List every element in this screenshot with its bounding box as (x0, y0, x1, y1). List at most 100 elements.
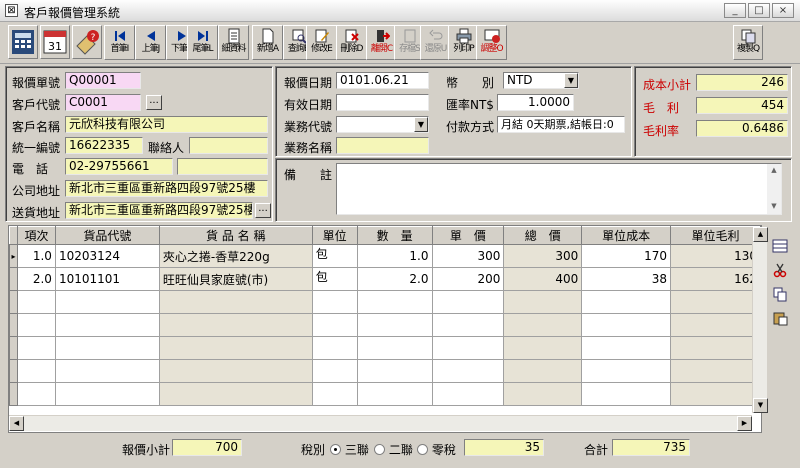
cust-code-field[interactable]: C0001 (65, 94, 141, 111)
col-header-unit-price[interactable]: 單 價 (431, 226, 505, 245)
copy-record-button[interactable]: 複製Q (733, 25, 763, 60)
grid-horizontal-scrollbar[interactable]: ◀ ▶ (9, 415, 752, 431)
maximize-button[interactable]: □ (748, 3, 770, 18)
first-record-button[interactable]: 首筆I (104, 25, 135, 60)
col-header-product-name[interactable]: 貨 品 名 稱 (158, 226, 313, 245)
cell-quantity[interactable]: 2.0 (356, 267, 433, 291)
detail-button[interactable]: 細資料 (218, 25, 249, 60)
undo-icon (428, 29, 442, 40)
adjust-button[interactable]: 調整O (476, 25, 507, 60)
cell-item-no[interactable]: 1.0 (16, 244, 56, 268)
cost-subtotal-label: 成本小計 (643, 78, 692, 92)
tax-id-field[interactable]: 16622335 (65, 137, 143, 154)
tax-option-zero[interactable]: 零稅 (417, 441, 456, 458)
last-record-button[interactable]: 尾筆L (187, 25, 218, 60)
currency-label: 幣 別 (446, 76, 495, 90)
col-header-unit-cost[interactable]: 單位成本 (581, 226, 672, 245)
radio-triple-selected-icon[interactable] (330, 444, 341, 455)
remarks-scrollbar[interactable]: ▲ ▼ (767, 164, 781, 214)
remarks-textarea[interactable] (336, 163, 782, 215)
cell-total-price[interactable]: 300 (503, 244, 583, 268)
cell-unit[interactable]: 包 (311, 244, 358, 268)
cell-unit-cost[interactable]: 170 (581, 244, 672, 268)
prev-record-button[interactable]: 上筆J (135, 25, 166, 60)
cell-product-code[interactable]: 10203124 (54, 244, 160, 268)
tax-type-label: 稅別 (301, 443, 326, 457)
rate-field[interactable]: 1.0000 (497, 94, 574, 111)
undo-button[interactable]: 還原U (420, 25, 451, 60)
phone-field[interactable]: 02-29755661 (65, 158, 173, 175)
col-header-quantity[interactable]: 數 量 (356, 226, 433, 245)
cell-total-price[interactable]: 400 (503, 267, 583, 291)
col-header-unit[interactable]: 單位 (311, 226, 358, 245)
cell-quantity[interactable]: 1.0 (356, 244, 433, 268)
sales-name-field[interactable] (336, 137, 429, 154)
help-button[interactable]: ? (72, 25, 102, 59)
cut-row-button[interactable] (769, 262, 791, 282)
radio-zero-icon[interactable] (417, 444, 428, 455)
tax-option-double[interactable]: 二聯 (374, 441, 413, 458)
empty-row (9, 382, 761, 406)
quote-no-field[interactable]: Q00001 (65, 72, 141, 89)
cust-lookup-button[interactable]: ... (146, 95, 162, 110)
tax-option-triple[interactable]: 三聯 (330, 441, 369, 458)
sales-name-label: 業務名稱 (284, 141, 333, 155)
calendar-button[interactable]: 31 (40, 25, 70, 59)
minimize-button[interactable]: _ (724, 3, 746, 18)
cell-product-name[interactable]: 旺旺仙貝家庭號(市) (158, 267, 313, 291)
edit-button[interactable]: 修改E (306, 25, 337, 60)
tax-amount-field: 35 (464, 439, 544, 456)
add-button[interactable]: 新增A (252, 25, 283, 60)
margin-label: 毛利率 (643, 124, 680, 138)
phone2-field[interactable] (177, 158, 268, 175)
col-header-product-code[interactable]: 貨品代號 (54, 226, 160, 245)
scroll-down-arrow-icon[interactable]: ▼ (753, 398, 768, 413)
col-header-unit-profit[interactable]: 單位毛利 (670, 226, 761, 245)
company-addr-field[interactable]: 新北市三重區重新路四段97號25樓 (65, 180, 268, 197)
subtotal-label: 報價小計 (122, 443, 171, 457)
rate-label: 匯率NT$ (446, 98, 494, 112)
table-row[interactable]: ▸ 1.0 10203124 夾心之捲-香草220g 包 1.0 300 300… (9, 244, 761, 268)
contact-field[interactable] (189, 137, 268, 154)
cell-product-code[interactable]: 10101101 (54, 267, 160, 291)
grid-vertical-scrollbar[interactable]: ▲ ▼ (752, 227, 768, 413)
cost-subtotal-field: 246 (696, 74, 788, 91)
calculator-icon (12, 30, 34, 54)
cell-unit[interactable]: 包 (311, 267, 358, 291)
row-indicator-icon: ▸ (9, 244, 18, 268)
calculator-button[interactable] (8, 25, 38, 59)
insert-row-button[interactable] (769, 238, 791, 258)
radio-double-icon[interactable] (374, 444, 385, 455)
exit-button[interactable]: 離開C (366, 25, 397, 60)
quote-date-field[interactable]: 0101.06.21 (336, 72, 429, 89)
svg-text:31: 31 (48, 40, 62, 53)
cell-unit-profit[interactable]: 162 (670, 267, 761, 291)
toolbar: 31 ? 首筆I 上筆J 下筆K 尾筆L 細資料 新增A 查詢B 修改E 刪除D… (0, 22, 800, 64)
sales-code-dropdown-icon[interactable]: ▼ (414, 117, 428, 132)
currency-dropdown-icon[interactable]: ▼ (564, 73, 578, 88)
cell-unit-cost[interactable]: 38 (581, 267, 672, 291)
close-button[interactable]: × (772, 3, 794, 18)
payment-field[interactable]: 月結 0天期票,結帳日:0 (497, 116, 625, 133)
col-header-item-no[interactable]: 項次 (16, 226, 56, 245)
phone-label: 電 話 (12, 162, 49, 176)
cell-unit-price[interactable]: 300 (431, 244, 505, 268)
cust-name-field[interactable]: 元欣科技有限公司 (65, 116, 268, 133)
paste-row-button[interactable] (769, 310, 791, 330)
col-header-total-price[interactable]: 總 價 (503, 226, 583, 245)
scroll-left-arrow-icon[interactable]: ◀ (9, 416, 24, 431)
cell-unit-profit[interactable]: 130 (670, 244, 761, 268)
print-button[interactable]: 列印P (448, 25, 479, 60)
delete-button[interactable]: 刪除D (336, 25, 367, 60)
table-row[interactable]: 2.0 10101101 旺旺仙貝家庭號(市) 包 2.0 200 400 38… (9, 267, 761, 291)
ship-addr-lookup-button[interactable]: ... (255, 203, 271, 218)
scroll-right-arrow-icon[interactable]: ▶ (737, 416, 752, 431)
cell-product-name[interactable]: 夾心之捲-香草220g (158, 244, 313, 268)
ship-addr-field[interactable]: 新北市三重區重新路四段97號25樓 (65, 202, 253, 219)
scroll-up-arrow-icon[interactable]: ▲ (753, 227, 768, 242)
valid-date-field[interactable] (336, 94, 429, 111)
copy-row-button[interactable] (769, 286, 791, 306)
cell-item-no[interactable]: 2.0 (16, 267, 56, 291)
last-record-icon (197, 31, 208, 41)
cell-unit-price[interactable]: 200 (431, 267, 505, 291)
